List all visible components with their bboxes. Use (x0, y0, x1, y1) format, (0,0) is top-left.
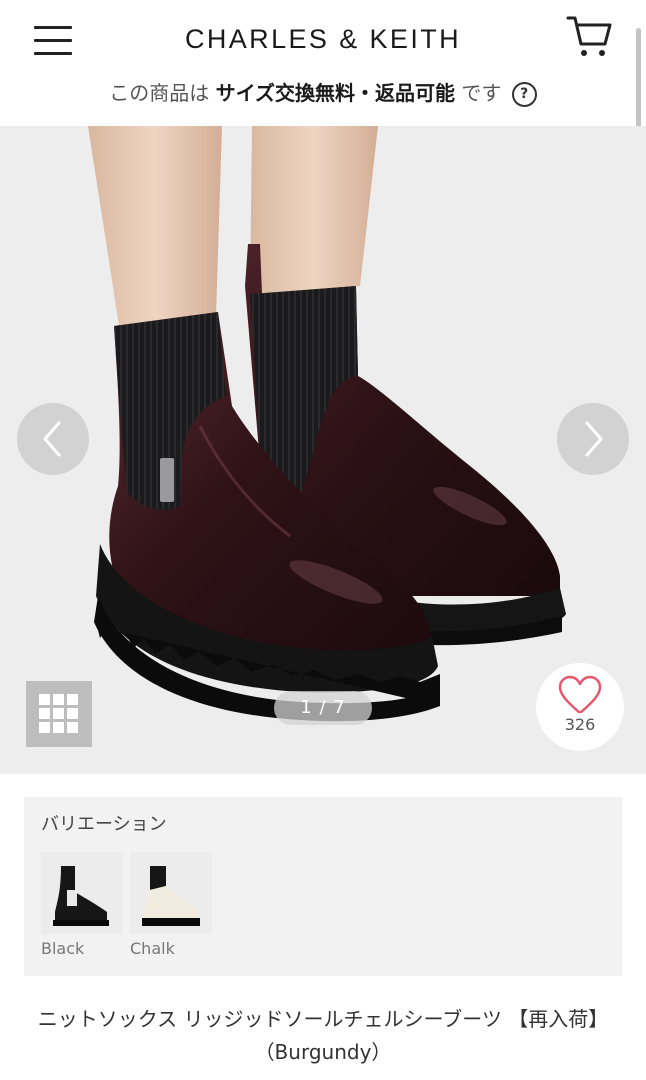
heart-icon (558, 675, 602, 713)
like-count: 326 (564, 715, 596, 734)
variations-title: バリエーション (41, 814, 167, 835)
notice-prefix: この商品は (109, 81, 210, 105)
grid-view-button[interactable] (26, 681, 92, 747)
chalk-boot-thumbnail (130, 852, 212, 934)
return-notice: この商品は サイズ交換無料・返品可能 です ? (0, 78, 646, 108)
variations-panel: バリエーション Black Chalk (24, 797, 622, 976)
variation-label-chalk[interactable]: Chalk (130, 939, 175, 958)
product-title: ニットソックス リッジッドソールチェルシーブーツ 【再入荷】（Burgundy） (37, 1007, 609, 1064)
variation-swatch-chalk[interactable] (130, 852, 212, 934)
help-icon[interactable]: ? (511, 82, 537, 107)
notice-suffix: です (461, 81, 502, 105)
notice-highlight: サイズ交換無料・返品可能 (215, 81, 456, 105)
cart-icon[interactable] (565, 14, 613, 60)
header: CHARLES & KEITH (0, 0, 646, 80)
grid-icon (39, 694, 78, 733)
brand-logo[interactable]: CHARLES & KEITH (0, 24, 646, 55)
black-boot-thumbnail (41, 852, 123, 934)
image-counter: 1 / 7 (274, 691, 372, 725)
variation-label-black[interactable]: Black (41, 939, 84, 958)
chevron-left-icon (43, 421, 61, 457)
next-image-button[interactable] (557, 403, 629, 475)
chevron-right-icon (585, 421, 603, 457)
product-gallery[interactable]: 1 / 7 326 (0, 126, 646, 774)
prev-image-button[interactable] (17, 403, 89, 475)
like-button[interactable]: 326 (536, 663, 624, 751)
variation-swatch-black[interactable] (41, 852, 123, 934)
